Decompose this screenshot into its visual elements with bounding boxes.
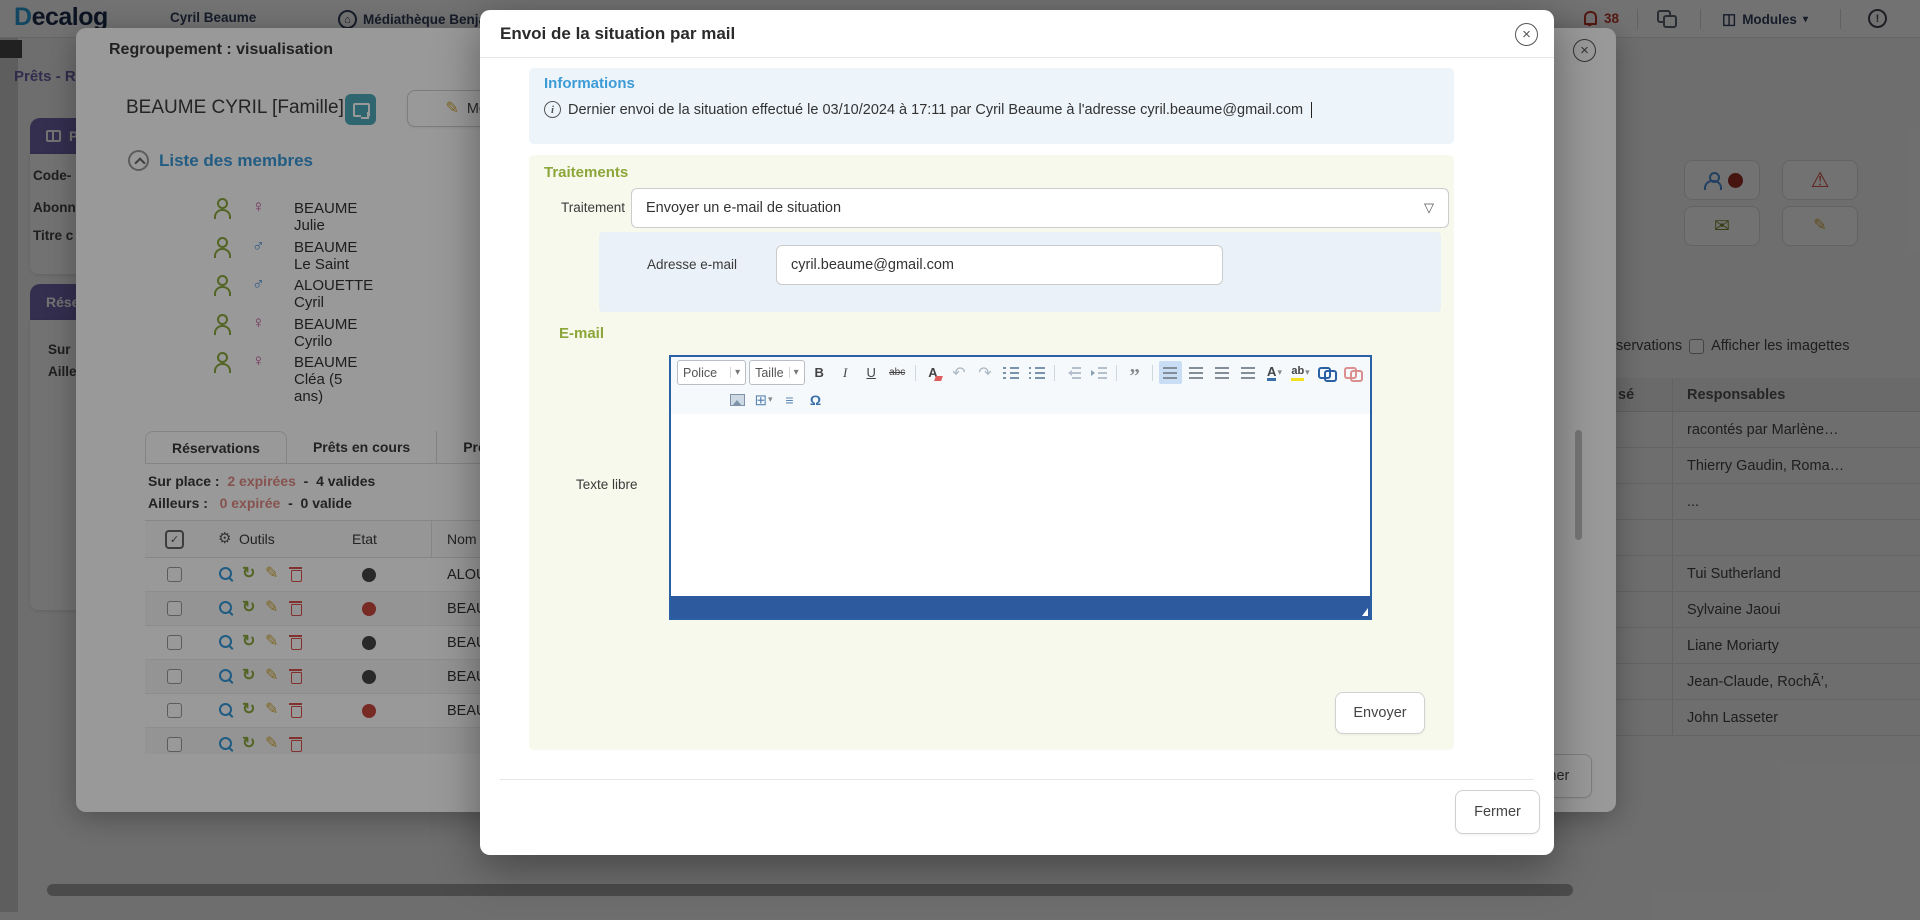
divider — [1152, 365, 1153, 381]
chevron-down-icon: ▾ — [789, 367, 799, 378]
send-button[interactable]: Envoyer — [1335, 692, 1425, 734]
special-character-button[interactable]: Ω — [804, 388, 827, 411]
align-justify-icon — [1241, 367, 1257, 379]
underline-button[interactable]: U — [860, 361, 883, 384]
email-section-title: E-mail — [559, 325, 604, 342]
image-icon — [730, 394, 745, 406]
insert-table-button[interactable]: ⊞▾ — [752, 388, 775, 411]
numbered-list-icon — [1003, 367, 1019, 379]
treatment-select[interactable]: Envoyer un e-mail de situation ▽ — [631, 188, 1449, 228]
insert-image-button[interactable] — [726, 388, 749, 411]
divider — [915, 365, 916, 381]
align-right-icon — [1215, 367, 1231, 379]
insert-link-button[interactable] — [1315, 361, 1338, 384]
traitements-section: Traitements Traitement Envoyer un e-mail… — [529, 155, 1454, 750]
blockquote-button[interactable]: ” — [1123, 361, 1146, 384]
highlight-color-button[interactable]: ab▾ — [1289, 361, 1312, 384]
strikethrough-button[interactable]: abc — [886, 361, 909, 384]
section-title: Informations — [544, 75, 635, 92]
editor-status-bar[interactable] — [671, 596, 1370, 618]
email-address-label: Adresse e-mail — [647, 257, 737, 272]
bullet-list-button[interactable] — [1025, 361, 1048, 384]
align-center-icon — [1189, 367, 1205, 379]
mail-situation-modal: Envoi de la situation par mail × Informa… — [480, 10, 1554, 855]
text-cursor — [1311, 102, 1312, 118]
info-icon: i — [544, 101, 561, 118]
divider — [480, 57, 1554, 58]
modal-title: Envoi de la situation par mail — [500, 24, 735, 44]
treatment-label: Traitement — [553, 200, 625, 215]
editor-toolbar-row2: ⊞▾ ≡ Ω — [671, 388, 1370, 414]
italic-button[interactable]: I — [834, 361, 857, 384]
divider — [1054, 365, 1055, 381]
unlink-icon — [1344, 366, 1361, 379]
align-left-button[interactable] — [1159, 361, 1182, 384]
remove-link-button[interactable] — [1341, 361, 1364, 384]
bullet-list-icon — [1029, 367, 1045, 379]
email-address-group: Adresse e-mail — [599, 232, 1441, 312]
close-button[interactable]: Fermer — [1455, 790, 1540, 834]
indent-button[interactable] — [1087, 361, 1110, 384]
close-icon[interactable]: × — [1515, 23, 1538, 46]
numbered-list-button[interactable] — [999, 361, 1022, 384]
undo-button[interactable]: ↶ — [947, 361, 970, 384]
email-address-input[interactable] — [776, 245, 1223, 285]
outdent-icon — [1065, 367, 1081, 379]
rich-text-editor: Police▾ Taille▾ B I U abc A ↶ ↷ — [669, 355, 1372, 620]
align-right-button[interactable] — [1211, 361, 1234, 384]
align-left-icon — [1163, 367, 1179, 379]
font-size-select[interactable]: Taille▾ — [749, 360, 805, 385]
font-family-select[interactable]: Police▾ — [677, 360, 746, 385]
insert-horizontal-rule-button[interactable]: ≡ — [778, 388, 801, 411]
indent-icon — [1091, 367, 1107, 379]
app-screen: DDecalogecalog Cyril Beaume ⌂ Médiathèqu… — [0, 0, 1920, 920]
bold-button[interactable]: B — [808, 361, 831, 384]
redo-button[interactable]: ↷ — [973, 361, 996, 384]
editor-toolbar-row1: Police▾ Taille▾ B I U abc A ↶ ↷ — [671, 357, 1370, 388]
informations-section: Informations i Dernier envoi de la situa… — [529, 68, 1454, 144]
omega-icon: Ω — [810, 392, 821, 408]
remove-format-button[interactable]: A — [921, 361, 944, 384]
select-arrow-icon: ▽ — [1424, 200, 1434, 216]
table-icon: ⊞ — [754, 391, 767, 409]
text-color-button[interactable]: A▾ — [1263, 361, 1286, 384]
free-text-label: Texte libre — [576, 477, 646, 492]
section-title: Traitements — [544, 164, 628, 181]
horizontal-rule-icon: ≡ — [785, 392, 793, 408]
link-icon — [1318, 366, 1335, 379]
divider — [500, 779, 1534, 780]
align-center-button[interactable] — [1185, 361, 1208, 384]
info-message: Dernier envoi de la situation effectué l… — [568, 102, 1303, 118]
divider — [1116, 365, 1117, 381]
last-send-info: i Dernier envoi de la situation effectué… — [544, 101, 1312, 118]
chevron-down-icon: ▾ — [730, 367, 740, 378]
outdent-button[interactable] — [1061, 361, 1084, 384]
treatment-value: Envoyer un e-mail de situation — [646, 200, 841, 216]
editor-content[interactable] — [671, 414, 1370, 596]
align-justify-button[interactable] — [1237, 361, 1260, 384]
